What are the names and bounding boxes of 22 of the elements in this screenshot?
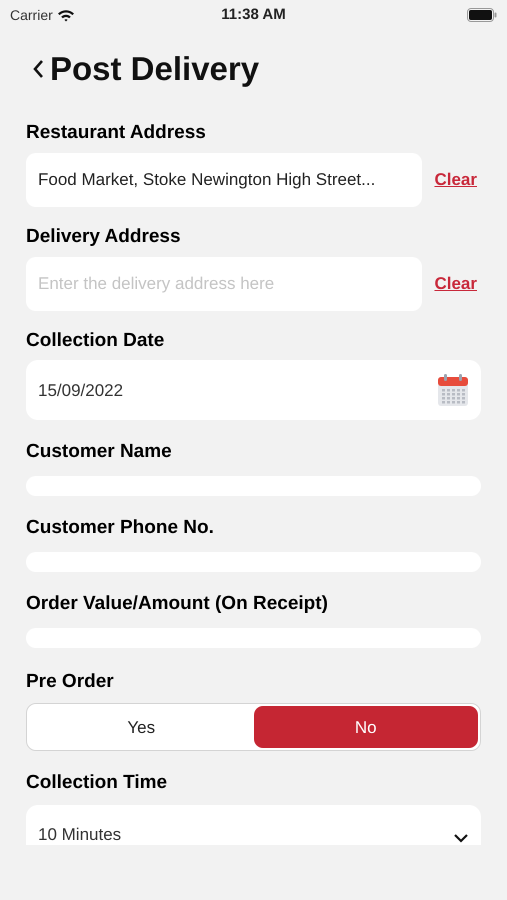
- back-icon[interactable]: [32, 58, 44, 78]
- field-label: Collection Time: [26, 771, 168, 795]
- clear-link[interactable]: Clear: [434, 167, 477, 192]
- field-label: Restaurant Address: [26, 121, 207, 145]
- dropdown-field[interactable]: 10 Minutes: [26, 805, 481, 845]
- wifi-icon: [56, 8, 75, 22]
- segment-option[interactable]: No: [254, 706, 478, 748]
- calendar-icon[interactable]: [437, 373, 469, 408]
- page-title: Post Delivery: [50, 52, 260, 85]
- carrier-label: Carrier: [10, 6, 53, 24]
- battery-icon: [466, 8, 497, 22]
- field-label: Delivery Address: [26, 224, 182, 248]
- field-label: Customer Phone No.: [26, 516, 215, 540]
- field-label: Order Value/Amount (On Receipt): [26, 592, 329, 616]
- field-label: Pre Order: [26, 670, 115, 694]
- field-label: Collection Date: [26, 328, 166, 352]
- clear-link[interactable]: Clear: [434, 270, 477, 296]
- date-field[interactable]: 15/09/2022: [26, 360, 481, 420]
- address-field[interactable]: Food Market, Stoke Newington High Street...: [26, 152, 422, 207]
- field-label: Customer Name: [26, 440, 173, 464]
- chevron-down-icon: [453, 833, 469, 843]
- status-time: 11:38 AM: [221, 4, 286, 25]
